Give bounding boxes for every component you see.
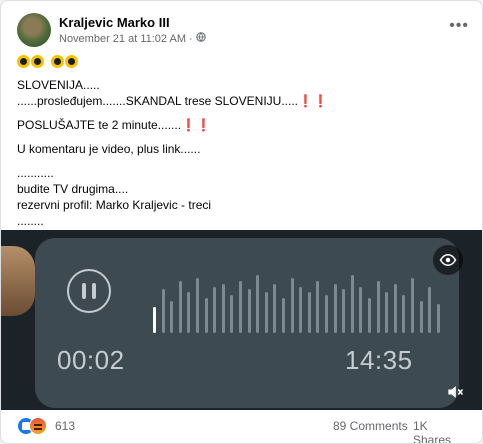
waveform-bar <box>239 281 242 333</box>
post-date[interactable]: November 21 at 11:02 AM <box>59 33 186 45</box>
text-line: ........ <box>17 214 44 228</box>
author-name[interactable]: Kraljevic Marko III <box>59 15 170 30</box>
muted-speaker-icon[interactable] <box>445 382 465 402</box>
waveform-bar <box>368 298 371 333</box>
globe-icon <box>196 32 206 45</box>
waveform-bar <box>170 301 174 333</box>
waveform-bar <box>333 284 337 333</box>
waveform-bar <box>393 284 397 333</box>
shares-link[interactable]: 1K Shares <box>413 419 467 443</box>
waveform-bar <box>350 275 354 333</box>
text-line: POSLUŠAJTE te 2 minute.......❗❗ <box>17 118 211 132</box>
avatar[interactable] <box>17 13 51 47</box>
post-card: Kraljevic Marko III November 21 at 11:02… <box>0 0 483 444</box>
video-thumbnail-edge <box>1 246 35 316</box>
exclamation-icon: ❗❗ <box>181 118 211 132</box>
radioactive-icon <box>51 55 64 69</box>
text-line: budite TV drugima.... <box>17 182 129 196</box>
ellipsis-icon[interactable]: ••• <box>449 17 469 35</box>
radioactive-icon <box>31 55 44 69</box>
waveform-bar <box>376 281 380 333</box>
eye-icon[interactable] <box>433 245 463 275</box>
reaction-icons[interactable] <box>17 417 53 435</box>
waveform-bar <box>436 304 440 333</box>
elapsed-time: 00:02 <box>57 345 125 375</box>
audio-waveform[interactable] <box>153 269 449 337</box>
waveform-bar <box>161 289 165 333</box>
post-footer: 613 89 Comments 1K Shares <box>17 417 467 443</box>
text-line: U komentaru je video, plus link...... <box>17 142 201 156</box>
waveform-bar <box>385 292 389 333</box>
waveform-bar <box>153 307 156 333</box>
waveform-bar <box>402 295 406 333</box>
radioactive-icon <box>65 55 78 69</box>
exclamation-icon: ❗❗ <box>298 94 328 108</box>
waveform-bar <box>428 287 432 333</box>
waveform-bar <box>282 298 285 333</box>
waveform-bar <box>325 295 328 333</box>
emoji-line <box>17 53 467 69</box>
waveform-bar <box>213 287 217 333</box>
post-meta: November 21 at 11:02 AM · <box>59 32 206 45</box>
post-header: Kraljevic Marko III November 21 at 11:02… <box>17 13 469 47</box>
comments-link[interactable]: 89 Comments <box>333 419 408 433</box>
waveform-bar <box>307 292 311 333</box>
waveform-bar <box>196 278 199 333</box>
text-line: ........... <box>17 166 54 180</box>
pause-icon[interactable] <box>67 269 111 313</box>
post-text: SLOVENIJA..... ......prosleđujem.......S… <box>17 53 467 229</box>
waveform-bar <box>316 281 320 333</box>
waveform-bar <box>256 275 260 333</box>
text-line: rezervni profil: Marko Kraljevic - treci <box>17 198 212 212</box>
meta-separator: · <box>189 33 193 45</box>
waveform-bar <box>247 289 251 333</box>
waveform-bar <box>299 287 303 333</box>
text-line: ......prosleđujem.......SKANDAL trese SL… <box>17 94 328 108</box>
waveform-bar <box>230 295 234 333</box>
waveform-bar <box>290 278 294 333</box>
waveform-bar <box>411 278 414 333</box>
waveform-bar <box>204 298 208 333</box>
waveform-bar <box>359 287 363 333</box>
waveform-bar <box>187 292 191 333</box>
waveform-bar <box>342 289 346 333</box>
angry-icon <box>29 417 47 435</box>
radioactive-icon <box>17 55 30 69</box>
waveform-bar <box>264 292 268 333</box>
waveform-bar <box>178 281 182 333</box>
text-line: SLOVENIJA..... <box>17 78 100 92</box>
waveform-bar <box>221 284 225 333</box>
reaction-count[interactable]: 613 <box>55 419 75 433</box>
waveform-bar <box>273 284 277 333</box>
waveform-bar <box>419 301 423 333</box>
total-duration: 14:35 <box>345 345 413 375</box>
